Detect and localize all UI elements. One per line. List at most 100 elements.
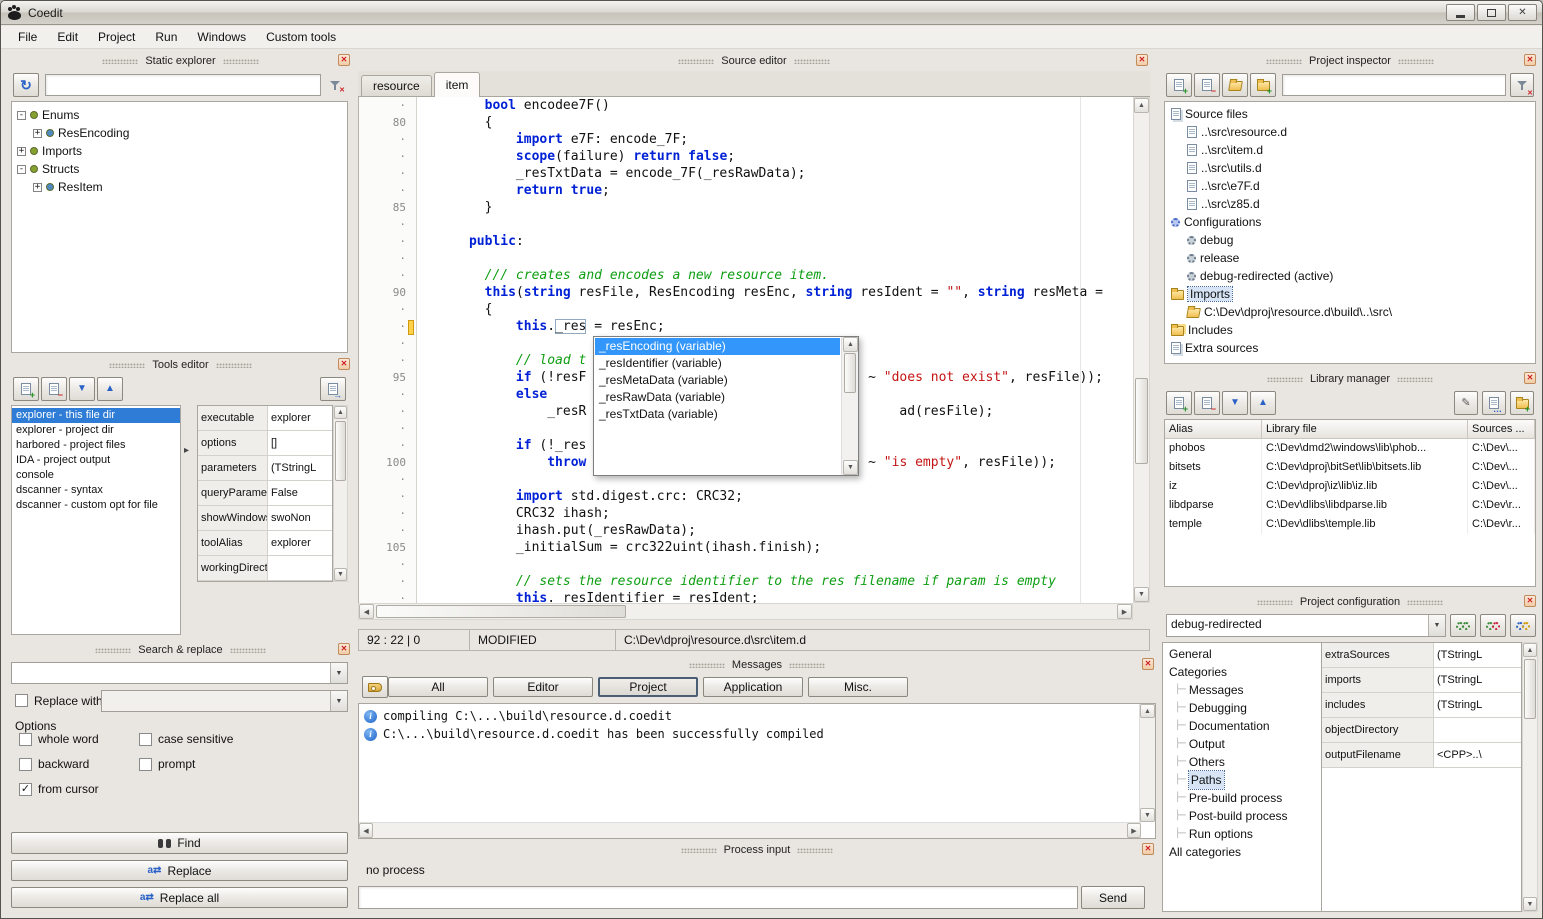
scroll-up-icon[interactable]: ▲: [1140, 704, 1155, 718]
properties-scrollbar[interactable]: ▲ ▼: [333, 405, 348, 582]
messages-filter-application[interactable]: Application: [703, 677, 803, 697]
move-tool-down-button[interactable]: ▼: [69, 377, 95, 401]
send-button[interactable]: Send: [1081, 886, 1145, 909]
code-line[interactable]: import e7F: encode_7F;: [422, 131, 1133, 148]
code-line[interactable]: scope(failure) return false;: [422, 148, 1133, 165]
scroll-up-icon[interactable]: ▲: [843, 337, 858, 352]
tree-expander-icon[interactable]: -: [17, 165, 26, 174]
library-column-header[interactable]: Sources ...: [1468, 420, 1535, 439]
messages-filter-editor[interactable]: Editor: [493, 677, 593, 697]
replace-term-combo[interactable]: ▼: [101, 690, 348, 712]
symbol-tree-item[interactable]: +ResEncoding: [12, 124, 347, 142]
panel-close-icon[interactable]: [1136, 54, 1148, 66]
panel-header[interactable]: Project configuration: [1162, 594, 1538, 610]
inspector-item[interactable]: ..\src\item.d: [1165, 141, 1535, 159]
scroll-down-icon[interactable]: ▼: [1134, 587, 1149, 602]
panel-close-icon[interactable]: [1524, 372, 1536, 384]
code-line[interactable]: CRC32 ihash;: [422, 505, 1133, 522]
add-tool-button[interactable]: +: [13, 377, 39, 401]
tool-item[interactable]: explorer - this file dir: [12, 408, 180, 423]
inspector-item[interactable]: Source files: [1165, 105, 1535, 123]
completion-item[interactable]: _resMetaData (variable): [595, 372, 840, 389]
dropdown-arrow-icon[interactable]: ▼: [1428, 615, 1445, 636]
library-column-header[interactable]: Alias: [1165, 420, 1262, 439]
menu-item-file[interactable]: File: [8, 27, 47, 47]
code-line[interactable]: // sets the resource identifier to the r…: [422, 573, 1133, 590]
panel-close-icon[interactable]: [1524, 54, 1536, 66]
inspector-item[interactable]: Extra sources: [1165, 339, 1535, 357]
library-row[interactable]: templeC:\Dev\dlibs\temple.libC:\Dev\r...: [1165, 515, 1535, 534]
code-line[interactable]: _resTxtData = encode_7F(_resRawData);: [422, 165, 1133, 182]
symbol-filter-input[interactable]: [45, 74, 321, 96]
process-input-field[interactable]: [358, 886, 1078, 909]
move-tool-up-button[interactable]: ▲: [97, 377, 123, 401]
panel-header[interactable]: Search & replace: [9, 642, 352, 658]
message-item[interactable]: C:\...\build\resource.d.coedit has been …: [359, 725, 1139, 743]
menu-item-project[interactable]: Project: [88, 27, 145, 47]
library-folder-button[interactable]: +: [1510, 391, 1534, 415]
inspector-item[interactable]: ..\src\e7F.d: [1165, 177, 1535, 195]
code-line[interactable]: [422, 216, 1133, 233]
scroll-right-icon[interactable]: ▶: [1127, 823, 1141, 838]
add-folder-button[interactable]: [1222, 73, 1248, 97]
config-category[interactable]: General: [1163, 645, 1321, 663]
menu-item-edit[interactable]: Edit: [47, 27, 88, 47]
editor-horizontal-scrollbar[interactable]: ◀ ▶: [358, 603, 1133, 620]
code-line[interactable]: _initialSum = crc322uint(ihash.finish);: [422, 539, 1133, 556]
panel-close-icon[interactable]: [1142, 843, 1154, 855]
menu-item-run[interactable]: Run: [145, 27, 187, 47]
tool-item[interactable]: explorer - project dir: [12, 423, 180, 438]
library-row[interactable]: izC:\Dev\dproj\iz\lib\iz.libC:\Dev\...: [1165, 477, 1535, 496]
scroll-up-icon[interactable]: ▲: [334, 406, 347, 419]
completion-scrollbar[interactable]: ▲ ▼: [841, 337, 858, 475]
scrollbar-thumb[interactable]: [376, 605, 626, 618]
code-line[interactable]: this._res = resEnc;: [422, 318, 1133, 335]
code-line[interactable]: return true;: [422, 182, 1133, 199]
code-line[interactable]: public:: [422, 233, 1133, 250]
panel-header[interactable]: Tools editor: [9, 357, 352, 373]
clone-configuration-button[interactable]: [1510, 614, 1536, 637]
scroll-down-icon[interactable]: ▼: [1140, 808, 1155, 822]
inspector-item[interactable]: debug-redirected (active): [1165, 267, 1535, 285]
code-line[interactable]: this._resIdentifier = resIdent;: [422, 590, 1133, 603]
tool-item[interactable]: dscanner - custom opt for file: [12, 498, 180, 513]
tool-item[interactable]: IDA - project output: [12, 453, 180, 468]
editor-tab-resource[interactable]: resource: [361, 75, 432, 96]
close-button[interactable]: ✕: [1508, 4, 1537, 21]
menu-item-custom-tools[interactable]: Custom tools: [256, 27, 346, 47]
library-row[interactable]: libdparseC:\Dev\dlibs\libdparse.libC:\De…: [1165, 496, 1535, 515]
category-tag-button[interactable]: [362, 676, 388, 698]
panel-header[interactable]: Process input: [358, 842, 1156, 858]
symbol-tree-item[interactable]: +Imports: [12, 142, 347, 160]
inspector-item[interactable]: release: [1165, 249, 1535, 267]
symbol-tree-item[interactable]: +ResItem: [12, 178, 347, 196]
scroll-left-icon[interactable]: ◀: [359, 823, 373, 838]
inspector-item[interactable]: C:\Dev\dproj\resource.d\build\..\src\: [1165, 303, 1535, 321]
library-column-header[interactable]: Library file: [1262, 420, 1468, 439]
config-category[interactable]: Debugging: [1163, 699, 1321, 717]
tool-item[interactable]: harbored - project files: [12, 438, 180, 453]
code-line[interactable]: }: [422, 199, 1133, 216]
config-category[interactable]: Messages: [1163, 681, 1321, 699]
add-library-button[interactable]: +: [1166, 391, 1192, 415]
scrollbar-thumb[interactable]: [1524, 659, 1536, 719]
tree-expander-icon[interactable]: -: [17, 111, 26, 120]
add-configuration-button[interactable]: [1450, 614, 1476, 637]
config-category[interactable]: Categories: [1163, 663, 1321, 681]
replace-with-checkbox[interactable]: [15, 694, 28, 707]
inspector-item[interactable]: ..\src\utils.d: [1165, 159, 1535, 177]
scrollbar-thumb[interactable]: [844, 353, 856, 393]
add-folder-sources-button[interactable]: +: [1250, 73, 1276, 97]
scroll-up-icon[interactable]: ▲: [1134, 98, 1149, 113]
minimize-button[interactable]: [1446, 4, 1475, 21]
config-category[interactable]: Output: [1163, 735, 1321, 753]
checkbox-icon[interactable]: [139, 733, 152, 746]
messages-filter-misc[interactable]: Misc.: [808, 677, 908, 697]
scroll-left-icon[interactable]: ◀: [359, 604, 374, 619]
scroll-right-icon[interactable]: ▶: [1117, 604, 1132, 619]
library-file-button[interactable]: …: [1482, 391, 1506, 415]
option-from-cursor[interactable]: from cursor: [19, 782, 139, 796]
configuration-selector[interactable]: debug-redirected ▼: [1166, 614, 1446, 637]
maximize-button[interactable]: [1477, 4, 1506, 21]
messages-vertical-scrollbar[interactable]: ▲ ▼: [1139, 704, 1155, 822]
